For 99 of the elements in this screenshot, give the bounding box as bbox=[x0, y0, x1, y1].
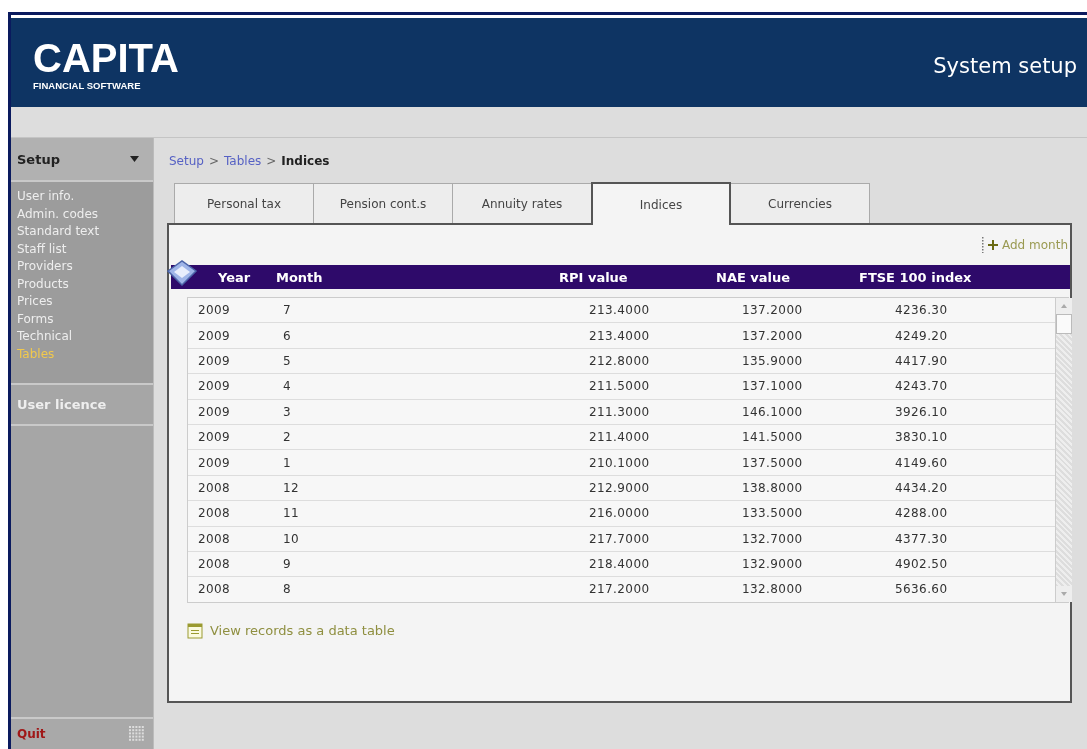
table-cell-text: 2009 bbox=[197, 353, 232, 368]
table-cell-text: 2008 bbox=[197, 506, 232, 521]
table-cell-text: 1 bbox=[283, 455, 293, 470]
breadcrumb-separator: > bbox=[266, 154, 277, 168]
table-cell-text: 2 bbox=[283, 430, 293, 445]
table-cell-text: 2009 bbox=[197, 303, 232, 318]
table-cell-text: 217.7000 bbox=[588, 531, 651, 546]
table-cell-text: 4 bbox=[283, 379, 293, 394]
tab[interactable]: Indices bbox=[591, 182, 731, 225]
tab[interactable]: Pension cont.s bbox=[313, 183, 453, 223]
dotted-separator-icon bbox=[982, 237, 984, 253]
table-cell-text: 218.4000 bbox=[588, 557, 651, 572]
sidebar-item[interactable]: Staff list bbox=[17, 240, 147, 258]
table-cell-text: 4377.30 bbox=[895, 531, 949, 546]
table-cell-text: 210.1000 bbox=[588, 455, 651, 470]
table-cell-text: 4434.20 bbox=[895, 480, 949, 495]
table-cell-text: 137.2000 bbox=[741, 303, 804, 318]
table-icon bbox=[187, 622, 203, 639]
table-cell-text: 211.5000 bbox=[588, 379, 651, 394]
table-cell-text: 4417.90 bbox=[895, 353, 949, 368]
sidebar-item[interactable]: Products bbox=[17, 275, 147, 293]
sidebar-item[interactable]: Technical bbox=[17, 328, 147, 346]
table-cell-text: 5 bbox=[283, 353, 293, 368]
column-header[interactable]: FTSE 100 index bbox=[859, 269, 1019, 285]
sidebar-item[interactable]: User info. bbox=[17, 188, 147, 206]
tab[interactable]: Personal tax bbox=[174, 183, 314, 223]
column-header[interactable]: Month bbox=[276, 269, 553, 285]
table-cell-text: 2008 bbox=[197, 557, 232, 572]
column-header[interactable]: Year bbox=[218, 269, 276, 285]
breadcrumb-separator: > bbox=[208, 154, 219, 168]
sidebar-item[interactable]: Forms bbox=[17, 310, 147, 328]
table-cell-text: 133.5000 bbox=[741, 506, 804, 521]
sidebar-item[interactable]: Admin. codes bbox=[17, 205, 147, 223]
table-cell-text: 138.8000 bbox=[741, 480, 804, 495]
table-cell-text: 7 bbox=[283, 303, 293, 318]
table-cell-text: 10 bbox=[283, 531, 301, 546]
table-cell-text: 2009 bbox=[197, 379, 232, 394]
table-cell-text: 132.7000 bbox=[741, 531, 804, 546]
table-cell-text: 2008 bbox=[197, 582, 232, 597]
scrollbar[interactable] bbox=[1055, 298, 1072, 602]
sidebar-item[interactable]: Providers bbox=[17, 258, 147, 276]
plus-icon bbox=[988, 240, 998, 250]
breadcrumb-link[interactable]: Setup bbox=[169, 154, 204, 168]
table-cell-text: 137.2000 bbox=[741, 328, 804, 343]
table-cell-text: 9 bbox=[283, 557, 293, 572]
tab[interactable]: Currencies bbox=[730, 183, 870, 223]
table-cell-text: 2009 bbox=[197, 404, 232, 419]
table-cell-text: 132.8000 bbox=[741, 582, 804, 597]
table-cell-text: 137.1000 bbox=[741, 379, 804, 394]
table-cell-text: 3926.10 bbox=[895, 404, 949, 419]
table-cell-text: 4149.60 bbox=[895, 455, 949, 470]
table-cell-text: 137.5000 bbox=[741, 455, 804, 470]
table-cell-text: 4288.00 bbox=[895, 506, 949, 521]
table-cell-text: 212.9000 bbox=[588, 480, 651, 495]
table-cell-text: 6 bbox=[283, 328, 293, 343]
sidebar-item[interactable]: Tables bbox=[17, 345, 147, 363]
table-cell-text: 4236.30 bbox=[895, 303, 949, 318]
table-cell-text: 2008 bbox=[197, 531, 232, 546]
logo-text: CAPITA bbox=[33, 38, 179, 78]
table-cell-text: 132.9000 bbox=[741, 557, 804, 572]
table-cell-text: 211.3000 bbox=[588, 404, 651, 419]
tab[interactable]: Annuity rates bbox=[452, 183, 592, 223]
logo-subtitle: FINANCIAL SOFTWARE bbox=[33, 80, 142, 91]
breadcrumb-link[interactable]: Tables bbox=[224, 154, 262, 168]
table-cell-text: 212.8000 bbox=[588, 353, 651, 368]
table-cell-text: 11 bbox=[283, 506, 301, 521]
view-data-table-link[interactable]: View records as a data table bbox=[187, 622, 395, 639]
table-cell-text: 2009 bbox=[197, 455, 232, 470]
table-cell-text: 2008 bbox=[197, 480, 232, 495]
sidebar-item[interactable]: Standard text bbox=[17, 223, 147, 241]
caret-icon bbox=[130, 156, 139, 162]
scroll-thumb[interactable] bbox=[1056, 314, 1072, 334]
table-cell-text: 217.2000 bbox=[588, 582, 651, 597]
grip-icon bbox=[129, 726, 145, 742]
table-cell-text: 2009 bbox=[197, 328, 232, 343]
setup-menu-header[interactable]: Setup bbox=[11, 138, 153, 182]
column-header[interactable]: RPI value bbox=[553, 269, 713, 285]
table-cell-text: 5636.60 bbox=[895, 582, 949, 597]
table-cell-text: 8 bbox=[283, 582, 293, 597]
table-cell-text: 12 bbox=[283, 480, 301, 495]
table-cell-text: 213.4000 bbox=[588, 328, 651, 343]
table-cell-text: 213.4000 bbox=[588, 303, 651, 318]
breadcrumb-current: Indices bbox=[281, 154, 330, 168]
column-header[interactable]: NAE value bbox=[713, 269, 859, 285]
table-cell-text: 4249.20 bbox=[895, 328, 949, 343]
table-cell-text: 4243.70 bbox=[895, 379, 949, 394]
table-cell-text: 4902.50 bbox=[895, 557, 949, 572]
quit-link[interactable]: Quit bbox=[17, 727, 46, 741]
sidebar-item[interactable]: Prices bbox=[17, 293, 147, 311]
table-cell-text: 146.1000 bbox=[741, 404, 804, 419]
table-cell-text: 3 bbox=[283, 404, 293, 419]
table-cell-text: 3830.10 bbox=[895, 430, 949, 445]
table-cell-text: 216.0000 bbox=[588, 506, 651, 521]
table-cell-text: 2009 bbox=[197, 430, 232, 445]
table-cell-text: 141.5000 bbox=[741, 430, 804, 445]
table-cell-text: 211.4000 bbox=[588, 430, 651, 445]
page-title: System setup bbox=[933, 54, 1077, 78]
table-cell-text: 135.9000 bbox=[741, 353, 804, 368]
add-month-button[interactable]: Add month bbox=[988, 238, 1068, 252]
